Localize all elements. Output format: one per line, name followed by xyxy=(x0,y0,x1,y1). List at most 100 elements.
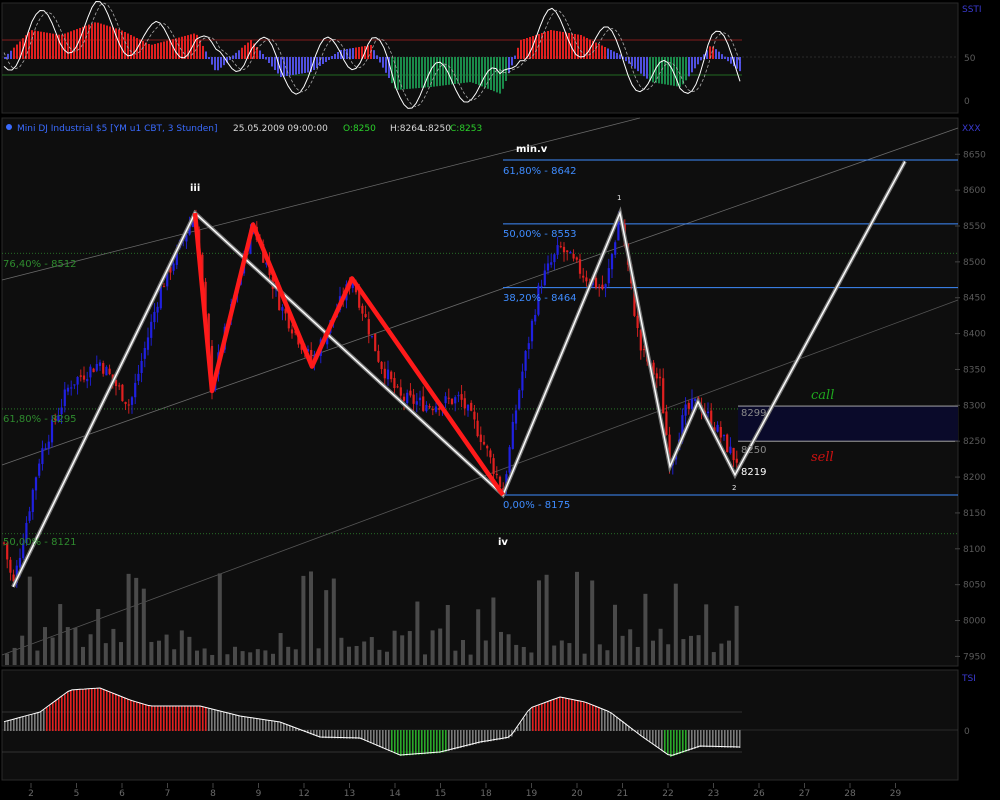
candle-body xyxy=(9,559,12,573)
tsi-histogram-bar xyxy=(538,705,540,731)
candle-body xyxy=(604,284,607,289)
volume-bar xyxy=(103,643,108,665)
x-tick-label: 15 xyxy=(435,789,446,799)
x-tick-label: 27 xyxy=(799,789,810,799)
candle-body xyxy=(470,402,473,411)
top-histogram-bar xyxy=(271,57,273,67)
candle-body xyxy=(569,251,572,254)
tsi-histogram-bar xyxy=(10,720,12,731)
tsi-histogram-bar xyxy=(583,701,585,731)
top-histogram-bar xyxy=(10,50,12,59)
tsi-histogram-bar xyxy=(373,730,375,745)
volume-bar xyxy=(400,635,405,665)
tsi-histogram-bar xyxy=(565,698,567,731)
top-histogram-bar xyxy=(241,47,243,59)
top-histogram-bar xyxy=(334,54,336,59)
top-histogram-bar xyxy=(586,38,588,59)
tsi-histogram-bar xyxy=(364,730,366,741)
volume-bar xyxy=(347,646,351,665)
y-tick-label: 8300 xyxy=(963,401,986,411)
tsi-histogram-bar xyxy=(733,730,735,748)
tsi-histogram-bar xyxy=(70,690,72,731)
candle-body xyxy=(540,286,543,288)
tsi-histogram-bar xyxy=(646,730,648,741)
fib-label-50: 50,00% - 8553 xyxy=(503,229,577,240)
top-histogram-bar xyxy=(280,57,282,77)
top-histogram-bar xyxy=(142,41,144,59)
top-histogram-bar xyxy=(7,53,9,59)
tsi-histogram-bar xyxy=(424,730,426,755)
top-histogram-bar xyxy=(163,41,165,59)
candle-body xyxy=(434,406,438,412)
candle-body xyxy=(553,254,556,263)
candle-body xyxy=(146,337,150,350)
volume-bar xyxy=(369,637,374,665)
top-histogram-bar xyxy=(40,31,42,59)
top-histogram-bar xyxy=(358,47,360,59)
y-tick-label: 8450 xyxy=(963,294,986,304)
volume-bar xyxy=(491,597,496,665)
top-histogram-bar xyxy=(574,34,576,59)
tsi-histogram-bar xyxy=(91,688,93,731)
tsi-histogram-bar xyxy=(259,718,261,731)
top-histogram-bar xyxy=(559,31,561,59)
tsi-histogram-bar xyxy=(193,706,195,731)
tsi-histogram-bar xyxy=(277,721,279,731)
volume-bar xyxy=(635,646,640,665)
top-histogram-bar xyxy=(580,35,582,59)
candle-body xyxy=(153,311,156,323)
candle-body xyxy=(63,389,66,406)
candle-body xyxy=(598,286,601,288)
tsi-histogram-bar xyxy=(421,730,423,755)
top-histogram-bar xyxy=(337,52,339,59)
candle-body xyxy=(431,408,434,411)
tsi-histogram-bar xyxy=(589,703,591,731)
candle-body xyxy=(543,270,546,286)
tsi-histogram-bar xyxy=(379,730,381,748)
tsi-histogram-bar xyxy=(703,730,705,748)
top-histogram-bar xyxy=(403,57,405,90)
tsi-histogram-bar xyxy=(283,723,285,731)
top-histogram-bar xyxy=(199,40,201,59)
volume-bar xyxy=(35,650,40,665)
tsi-histogram-bar xyxy=(472,730,474,745)
y-tick-label: 8200 xyxy=(963,473,986,483)
tsi-histogram-bar xyxy=(736,730,738,748)
volume-bar xyxy=(324,590,329,665)
candle-body xyxy=(687,402,690,409)
candle-body xyxy=(684,404,687,416)
tsi-histogram-bar xyxy=(124,697,126,731)
top-histogram-bar xyxy=(343,49,345,59)
volume-bar xyxy=(499,631,503,665)
tsi-histogram-bar xyxy=(394,730,396,754)
tsi-histogram-bar xyxy=(181,706,183,731)
tsi-histogram-bar xyxy=(406,730,408,756)
tsi-histogram-bar xyxy=(532,707,534,731)
candle-body xyxy=(732,447,735,461)
tsi-histogram-bar xyxy=(616,716,618,731)
x-tick-label: 5 xyxy=(74,789,80,799)
tsi-histogram-bar xyxy=(691,730,693,750)
top-histogram-bar xyxy=(637,57,639,72)
tsi-histogram-bar xyxy=(274,721,276,731)
candle-body xyxy=(476,420,479,437)
candle-body xyxy=(364,314,367,318)
volume-bar xyxy=(552,645,557,665)
candle-body xyxy=(447,397,450,399)
top-histogram-bar xyxy=(211,57,213,65)
instrument-name: Mini DJ Industrial $5 [YM u1 CBT, 3 Stun… xyxy=(17,124,217,134)
top-histogram-bar xyxy=(91,23,93,59)
top-histogram-bar xyxy=(295,57,297,75)
candle-body xyxy=(121,384,124,402)
top-histogram-bar xyxy=(643,57,645,77)
tsi-histogram-bar xyxy=(256,718,258,731)
tsi-histogram-bar xyxy=(127,698,129,731)
volume-bar xyxy=(149,641,154,665)
candle-body xyxy=(383,368,386,379)
volume-bar xyxy=(567,643,572,665)
candle-body xyxy=(530,320,534,342)
top-histogram-bar xyxy=(85,25,87,59)
tsi-histogram-bar xyxy=(208,708,210,731)
header-close: C:8253 xyxy=(450,124,482,134)
top-histogram-bar xyxy=(670,57,672,86)
